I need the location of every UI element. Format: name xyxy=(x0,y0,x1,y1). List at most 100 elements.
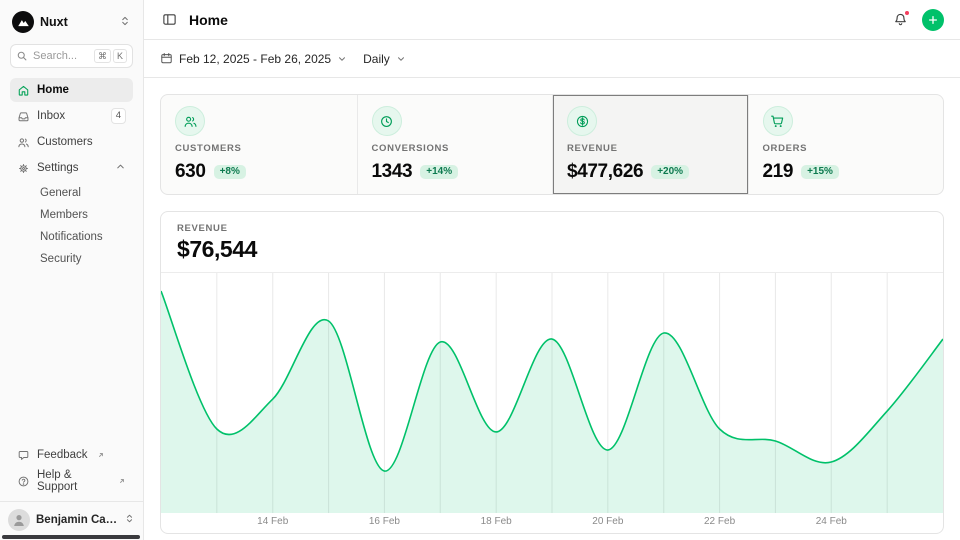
granularity-label: Daily xyxy=(363,52,390,66)
x-tick-label: 20 Feb xyxy=(592,516,623,527)
page-content: CUSTOMERS 630 +8% CONVERSIONS 1343 +14% xyxy=(144,78,960,540)
search-shortcut: ⌘K xyxy=(94,49,127,64)
chevron-up-down-icon xyxy=(124,513,135,527)
avatar xyxy=(8,509,30,531)
chevron-up-icon xyxy=(115,161,126,175)
workspace-switcher[interactable]: Nuxt xyxy=(10,8,133,36)
sidebar-item-label: General xyxy=(40,187,81,199)
notification-dot xyxy=(904,10,910,16)
stat-card-revenue[interactable]: REVENUE $477,626 +20% xyxy=(552,95,748,194)
stat-delta-badge: +20% xyxy=(651,165,689,179)
chart-current-value: $76,544 xyxy=(177,236,927,263)
collapse-sidebar-button[interactable] xyxy=(160,10,179,29)
x-tick-label: 16 Feb xyxy=(369,516,400,527)
sidebar-item-label: Notifications xyxy=(40,231,103,243)
add-button[interactable] xyxy=(922,9,944,31)
sidebar-item-label: Inbox xyxy=(37,110,65,122)
granularity-select[interactable]: Daily xyxy=(363,52,406,66)
dollar-circle-icon xyxy=(567,106,597,136)
stat-card-customers[interactable]: CUSTOMERS 630 +8% xyxy=(161,95,357,194)
sidebar-item-settings[interactable]: Settings xyxy=(10,156,133,180)
kbd-cmd: ⌘ xyxy=(94,49,111,64)
help-support-link[interactable]: Help & Support xyxy=(10,469,133,493)
stat-card-conversions[interactable]: CONVERSIONS 1343 +14% xyxy=(357,95,553,194)
sidebar-item-security[interactable]: Security xyxy=(10,248,133,270)
sidebar-footer: Feedback Help & Support xyxy=(10,443,133,497)
x-tick-label: 22 Feb xyxy=(704,516,735,527)
users-icon xyxy=(17,136,30,149)
stat-delta-badge: +15% xyxy=(801,165,839,179)
stats-row: CUSTOMERS 630 +8% CONVERSIONS 1343 +14% xyxy=(160,94,944,195)
chart-header: REVENUE $76,544 xyxy=(161,212,943,273)
stat-label: CONVERSIONS xyxy=(372,143,539,154)
search-placeholder: Search... xyxy=(33,50,89,62)
home-icon xyxy=(17,84,30,97)
stat-label: ORDERS xyxy=(763,143,930,154)
stat-card-orders[interactable]: ORDERS 219 +15% xyxy=(748,95,944,194)
horizontal-scrollbar[interactable] xyxy=(2,535,140,539)
sidebar-item-inbox[interactable]: Inbox 4 xyxy=(10,104,133,128)
sidebar-item-label: Help & Support xyxy=(37,469,109,493)
revenue-chart-svg xyxy=(161,273,943,513)
page-header: Home xyxy=(144,0,960,40)
date-range-picker[interactable]: Feb 12, 2025 - Feb 26, 2025 xyxy=(160,52,347,66)
chat-bubble-icon xyxy=(17,449,30,462)
cart-icon xyxy=(763,106,793,136)
sidebar: Nuxt Search... ⌘K Home I xyxy=(0,0,144,540)
gear-icon xyxy=(17,162,30,175)
stat-label: CUSTOMERS xyxy=(175,143,343,154)
users-icon xyxy=(175,106,205,136)
x-axis-ticks: 14 Feb 16 Feb 18 Feb 20 Feb 22 Feb 24 Feb xyxy=(161,513,943,533)
notifications-button[interactable] xyxy=(891,10,910,29)
app-root: Nuxt Search... ⌘K Home I xyxy=(0,0,960,540)
nuxt-logo-icon xyxy=(12,11,34,33)
x-tick-label: 18 Feb xyxy=(481,516,512,527)
user-menu-button[interactable]: Benjamin Canac xyxy=(8,507,135,533)
sidebar-item-customers[interactable]: Customers xyxy=(10,130,133,154)
sidebar-item-general[interactable]: General xyxy=(10,182,133,204)
sidebar-item-label: Home xyxy=(37,84,69,96)
calendar-icon xyxy=(160,52,173,65)
main-panel: Home Feb 12, 2 xyxy=(144,0,960,540)
stat-value: 1343 xyxy=(372,161,413,183)
workspace-name: Nuxt xyxy=(40,15,68,29)
sidebar-item-home[interactable]: Home xyxy=(10,78,133,102)
inbox-count-badge: 4 xyxy=(111,108,126,124)
inbox-icon xyxy=(17,110,30,123)
stat-value: $477,626 xyxy=(567,161,643,183)
chevron-down-icon xyxy=(337,54,347,64)
sidebar-item-label: Security xyxy=(40,253,82,265)
stat-value: 630 xyxy=(175,161,206,183)
panel-left-icon xyxy=(162,12,177,27)
external-link-icon xyxy=(97,451,105,459)
date-range-label: Feb 12, 2025 - Feb 26, 2025 xyxy=(179,52,331,66)
sidebar-item-members[interactable]: Members xyxy=(10,204,133,226)
chevron-down-icon xyxy=(396,54,406,64)
feedback-link[interactable]: Feedback xyxy=(10,443,133,467)
chart-plot-area xyxy=(161,273,943,513)
settings-children: General Members Notifications Security xyxy=(10,182,133,270)
x-tick-label: 14 Feb xyxy=(257,516,288,527)
user-name: Benjamin Canac xyxy=(36,514,118,526)
sidebar-item-notifications[interactable]: Notifications xyxy=(10,226,133,248)
stat-label: REVENUE xyxy=(567,143,734,154)
sidebar-item-label: Customers xyxy=(37,136,93,148)
header-actions xyxy=(891,9,944,31)
search-icon xyxy=(16,50,28,62)
sidebar-nav: Home Inbox 4 Customers Settings xyxy=(10,78,133,270)
chevron-up-down-icon xyxy=(119,15,131,30)
filter-toolbar: Feb 12, 2025 - Feb 26, 2025 Daily xyxy=(144,40,960,78)
sidebar-item-label: Members xyxy=(40,209,88,221)
stat-delta-badge: +14% xyxy=(420,165,458,179)
page-title: Home xyxy=(189,12,228,28)
kbd-k: K xyxy=(113,49,127,64)
stat-delta-badge: +8% xyxy=(214,165,246,179)
x-tick-label: 24 Feb xyxy=(816,516,847,527)
sidebar-item-label: Feedback xyxy=(37,449,88,461)
chart-title: REVENUE xyxy=(177,223,927,234)
plus-icon xyxy=(927,14,939,26)
revenue-chart-card: REVENUE $76,544 14 Feb 16 Feb 18 Feb 20 Feb… xyxy=(160,211,944,534)
clock-icon xyxy=(372,106,402,136)
search-input[interactable]: Search... ⌘K xyxy=(10,44,133,68)
stat-value: 219 xyxy=(763,161,794,183)
